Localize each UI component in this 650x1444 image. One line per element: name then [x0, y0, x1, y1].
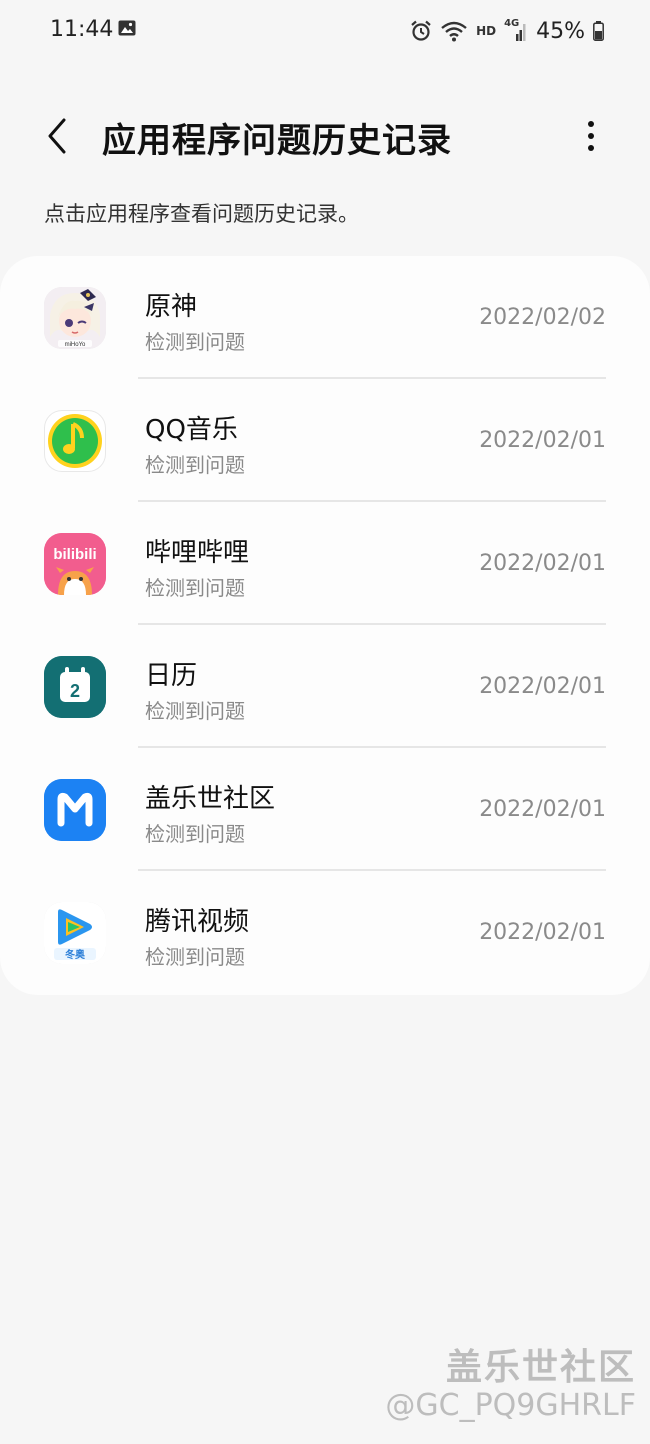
app-name: 哔哩哔哩 [145, 538, 250, 568]
status-time: 11:44 [50, 17, 114, 42]
wifi-icon [441, 21, 467, 42]
app-date: 2022/02/02 [479, 305, 606, 330]
app-name: QQ音乐 [145, 415, 238, 445]
svg-text:冬奥: 冬奥 [65, 948, 86, 961]
list-item-bilibili[interactable]: bilibili 哔哩哔哩 检测到问题 2022/02/01 [0, 502, 650, 625]
status-icons: HD 4G 45% [410, 17, 604, 45]
watermark-user: @GC_PQ9GHRLF [385, 1388, 636, 1423]
svg-text:miHoYo: miHoYo [65, 342, 86, 348]
app-date: 2022/02/01 [479, 428, 606, 453]
list-item-qq-music[interactable]: QQ音乐 检测到问题 2022/02/01 [0, 379, 650, 502]
page-title: 应用程序问题历史记录 [102, 121, 452, 161]
app-date: 2022/02/01 [479, 674, 606, 699]
more-vertical-icon [588, 121, 594, 151]
app-status: 检测到问题 [145, 453, 245, 477]
bilibili-icon: bilibili [44, 533, 106, 595]
qq-music-icon [44, 410, 106, 472]
app-date: 2022/02/01 [479, 920, 606, 945]
battery-percent: 45% [536, 18, 585, 44]
battery-icon [593, 21, 604, 41]
page-description: 点击应用程序查看问题历史记录。 [44, 202, 359, 226]
app-history-list: miHoYo 原神 检测到问题 2022/02/02 QQ音乐 检测到问题 20… [0, 256, 650, 995]
status-bar: 11:44 HD 4G 45% [0, 0, 650, 60]
app-name: 腾讯视频 [145, 907, 250, 937]
more-options-button[interactable] [576, 112, 606, 160]
signal-indicator: 4G [504, 18, 528, 42]
app-status: 检测到问题 [145, 699, 245, 723]
watermark-title: 盖乐世社区 [445, 1347, 636, 1388]
signal-icon [516, 24, 526, 41]
samsung-members-icon [44, 779, 106, 841]
app-status: 检测到问题 [145, 330, 245, 354]
app-name: 原神 [145, 292, 198, 322]
tencent-video-icon: 冬奥 [44, 902, 106, 964]
svg-text:2: 2 [70, 681, 80, 701]
app-date: 2022/02/01 [479, 551, 606, 576]
network-hd-label: HD [476, 24, 497, 38]
chevron-left-icon [48, 118, 66, 154]
app-status: 检测到问题 [145, 576, 245, 600]
calendar-icon: 2 [44, 656, 106, 718]
genshin-icon: miHoYo [44, 287, 106, 349]
app-status: 检测到问题 [145, 822, 245, 846]
gallery-icon [118, 20, 136, 36]
app-status: 检测到问题 [145, 945, 245, 969]
list-item-calendar[interactable]: 2 日历 检测到问题 2022/02/01 [0, 625, 650, 748]
app-name: 日历 [145, 661, 198, 691]
list-item-genshin[interactable]: miHoYo 原神 检测到问题 2022/02/02 [0, 256, 650, 379]
back-button[interactable] [40, 114, 76, 158]
app-date: 2022/02/01 [479, 797, 606, 822]
list-item-samsung-members[interactable]: 盖乐世社区 检测到问题 2022/02/01 [0, 748, 650, 871]
svg-text:bilibili: bilibili [53, 546, 96, 563]
list-item-tencent-video[interactable]: 冬奥 腾讯视频 检测到问题 2022/02/01 [0, 871, 650, 994]
app-bar: 应用程序问题历史记录 [0, 96, 650, 176]
app-name: 盖乐世社区 [145, 784, 276, 814]
alarm-icon [411, 20, 431, 41]
